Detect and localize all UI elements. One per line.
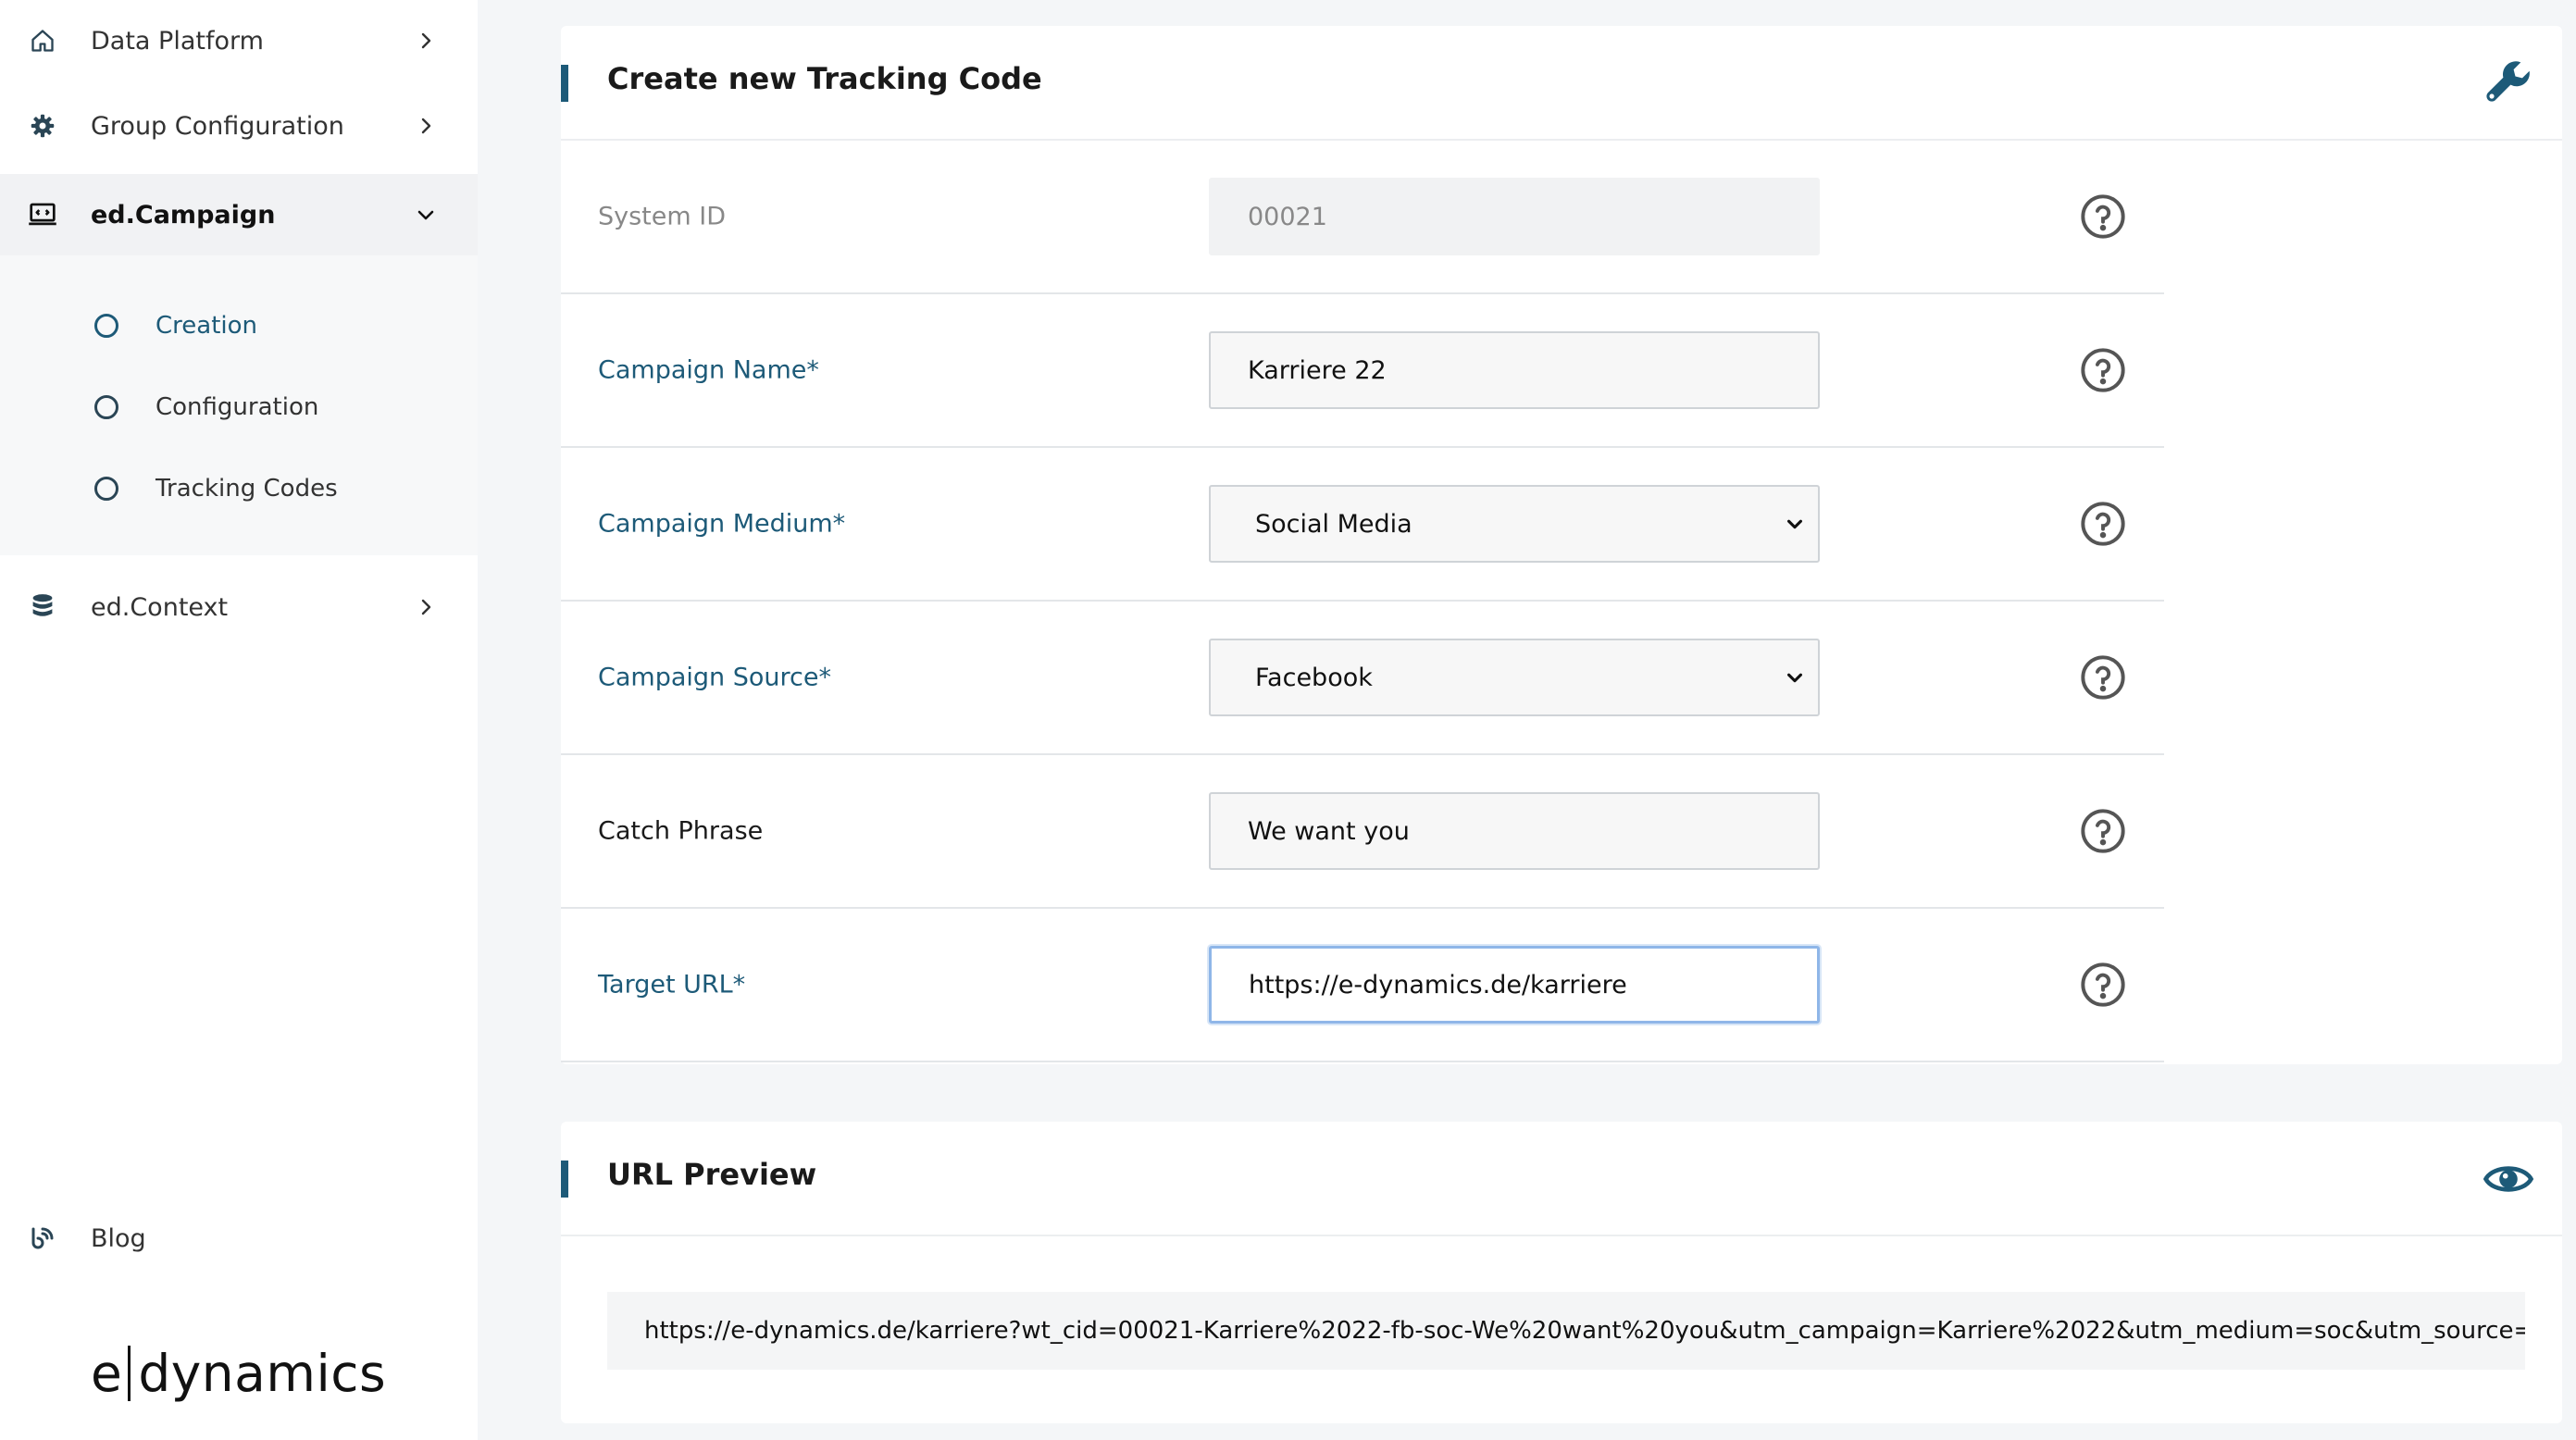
sidebar: Data Platform Group Configuration ed.Cam… (0, 0, 478, 1440)
brand-logo-divider (128, 1346, 131, 1401)
submenu-item-label: Creation (156, 312, 258, 340)
header-accent-bar (561, 1161, 568, 1198)
form-row-campaign-name: Campaign Name* (561, 294, 2164, 448)
help-icon[interactable] (2079, 346, 2127, 394)
chevron-down-icon (417, 210, 434, 220)
select-value: Social Media (1255, 509, 1412, 539)
url-preview-card: URL Preview https://e-dynamics.de/karrie… (561, 1122, 2562, 1423)
sidebar-item-ed-campaign[interactable]: ed.Campaign (0, 174, 478, 255)
sidebar-item-blog[interactable]: Blog (0, 1198, 478, 1279)
card-header: Create new Tracking Code (561, 26, 2562, 141)
chevron-right-icon (421, 32, 431, 49)
sidebar-item-group-configuration[interactable]: Group Configuration (0, 85, 478, 167)
chevron-down-icon (1787, 519, 1802, 529)
form-row-catch-phrase: Catch Phrase (561, 755, 2164, 909)
target-url-field[interactable] (1209, 946, 1820, 1024)
submenu-item-label: Configuration (156, 393, 319, 421)
sidebar-item-data-platform[interactable]: Data Platform (0, 0, 478, 81)
circle-icon (94, 314, 118, 338)
blog-feed-icon (28, 1223, 57, 1253)
monitor-icon (28, 200, 57, 230)
form-row-campaign-source: Campaign Source* Facebook (561, 602, 2164, 755)
chevron-down-icon (1787, 673, 1802, 683)
gear-icon (28, 111, 57, 141)
field-label: Campaign Name* (598, 355, 819, 385)
brand-logo-right: dynamics (138, 1344, 387, 1403)
help-icon[interactable] (2079, 192, 2127, 241)
sidebar-item-label: ed.Context (91, 592, 229, 622)
form-row-target-url: Target URL* (561, 909, 2164, 1062)
field-label: Campaign Source* (598, 663, 831, 692)
circle-icon (94, 395, 118, 419)
campaign-submenu: Creation Configuration Tracking Codes (0, 255, 478, 555)
form-row-campaign-medium: Campaign Medium* Social Media (561, 448, 2164, 602)
url-preview-text: https://e-dynamics.de/karriere?wt_cid=00… (607, 1292, 2525, 1370)
preview-title: URL Preview (607, 1157, 817, 1192)
campaign-name-field[interactable] (1209, 331, 1820, 409)
field-label: Catch Phrase (598, 816, 764, 846)
tracking-code-form-card: Create new Tracking Code System ID Campa… (561, 26, 2562, 1064)
help-icon[interactable] (2079, 807, 2127, 855)
sidebar-item-label: Data Platform (91, 26, 264, 56)
circle-icon (94, 477, 118, 501)
field-label: System ID (598, 202, 727, 231)
field-label: Campaign Medium* (598, 509, 846, 539)
catch-phrase-field[interactable] (1209, 792, 1820, 870)
help-icon[interactable] (2079, 500, 2127, 548)
submenu-item-tracking-codes[interactable]: Tracking Codes (0, 452, 478, 526)
brand-logo-left: e (91, 1344, 123, 1403)
help-icon[interactable] (2079, 653, 2127, 701)
form-row-system-id: System ID (561, 141, 2164, 294)
wrench-icon[interactable] (2483, 57, 2534, 109)
campaign-medium-select[interactable]: Social Media (1209, 485, 1820, 563)
sidebar-item-label: ed.Campaign (91, 200, 276, 230)
header-accent-bar (561, 65, 568, 102)
sidebar-item-label: Blog (91, 1223, 146, 1253)
submenu-item-configuration[interactable]: Configuration (0, 370, 478, 444)
home-icon (28, 26, 57, 56)
eye-icon[interactable] (2483, 1153, 2534, 1205)
database-icon (28, 592, 57, 622)
chevron-right-icon (421, 599, 431, 615)
help-icon[interactable] (2079, 961, 2127, 1009)
submenu-item-label: Tracking Codes (156, 475, 338, 503)
brand-logo: e dynamics (91, 1344, 386, 1403)
campaign-source-select[interactable]: Facebook (1209, 639, 1820, 716)
select-value: Facebook (1255, 663, 1373, 692)
field-label: Target URL* (598, 970, 746, 999)
page-title: Create new Tracking Code (607, 61, 1042, 96)
sidebar-item-ed-context[interactable]: ed.Context (0, 566, 478, 648)
chevron-right-icon (421, 118, 431, 134)
system-id-field (1209, 178, 1820, 255)
url-preview-value: https://e-dynamics.de/karriere?wt_cid=00… (644, 1317, 2525, 1345)
sidebar-item-label: Group Configuration (91, 111, 344, 141)
submenu-item-creation[interactable]: Creation (0, 289, 478, 363)
card-header: URL Preview (561, 1122, 2562, 1236)
